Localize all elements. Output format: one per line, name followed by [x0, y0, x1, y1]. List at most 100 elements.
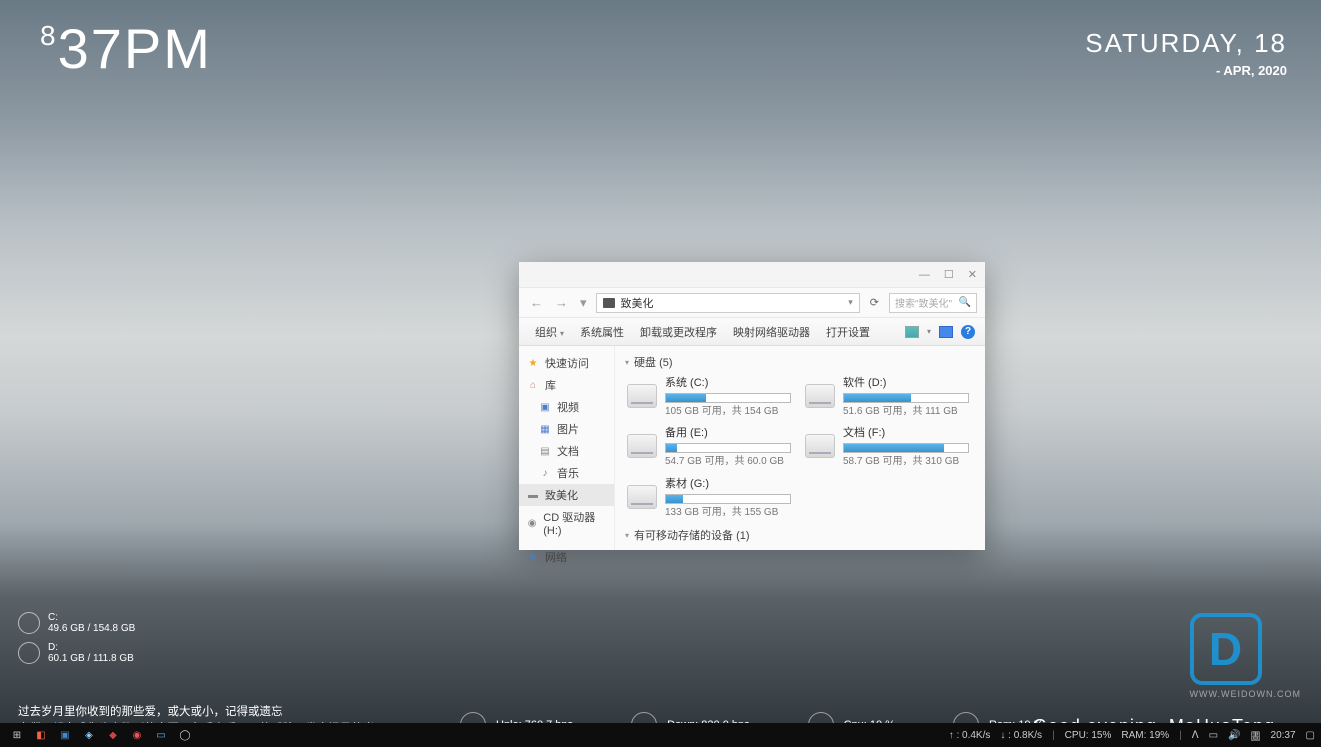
capacity-bar: [665, 393, 791, 403]
drive-item[interactable]: 系统 (C:)105 GB 可用，共 154 GB: [625, 374, 793, 420]
tray-volume-icon[interactable]: 🔊: [1228, 730, 1240, 741]
address-text: 致美化: [621, 295, 654, 311]
picture-icon: ▦: [539, 423, 551, 435]
section-header-removable[interactable]: ▾有可移动存储的设备 (1): [625, 527, 975, 543]
drive-name: 文档 (F:): [843, 426, 969, 441]
taskbar-app[interactable]: ◧: [30, 724, 52, 746]
disk-label: C:: [48, 612, 135, 623]
hdd-icon: [805, 434, 835, 458]
tray-battery-icon[interactable]: ▭: [1209, 730, 1218, 741]
disk-row: D: 60.1 GB / 111.8 GB: [18, 642, 135, 664]
uninstall-programs-button[interactable]: 卸载或更改程序: [634, 324, 723, 340]
app-icon: ◆: [109, 730, 117, 741]
hdd-icon: [805, 384, 835, 408]
help-button[interactable]: ?: [961, 325, 975, 339]
collapse-icon: ▾: [625, 531, 629, 540]
cd-drive-item[interactable]: CD 驱动器 (H:) Wireless 0 字节 可用，共 6.91 MB C…: [625, 547, 975, 550]
search-icon: 🔍: [959, 297, 971, 308]
date-month: - APR, 2020: [1085, 63, 1287, 78]
clock-minute: 37PM: [58, 17, 212, 80]
drive-item[interactable]: 备用 (E:)54.7 GB 可用，共 60.0 GB: [625, 424, 793, 470]
sidebar-item-videos[interactable]: ▣视频: [519, 396, 614, 418]
watermark: D WWW.WEIDOWN.COM: [1190, 613, 1301, 699]
computer-icon: ▬: [527, 489, 539, 501]
disk-meter-widget: C: 49.6 GB / 154.8 GB D: 60.1 GB / 111.8…: [18, 612, 135, 672]
preview-pane-button[interactable]: [939, 326, 953, 338]
tray-expand-icon[interactable]: ᐱ: [1192, 730, 1199, 741]
disk-gauge-icon: [18, 612, 40, 634]
maximize-button[interactable]: ☐: [944, 268, 954, 281]
minimize-button[interactable]: —: [919, 269, 930, 281]
start-button[interactable]: ⊞: [6, 724, 28, 746]
video-icon: ▣: [539, 401, 551, 413]
system-properties-button[interactable]: 系统属性: [574, 324, 630, 340]
drive-item[interactable]: 文档 (F:) 58.7 GB 可用，共 310 GB: [803, 424, 971, 470]
explorer-icon: ▭: [156, 730, 165, 741]
taskbar-app[interactable]: ▣: [54, 724, 76, 746]
sidebar-item-libraries[interactable]: ⌂库: [519, 374, 614, 396]
taskbar-app[interactable]: ▭: [150, 724, 172, 746]
clock-hour: 8: [40, 20, 58, 52]
taskbar[interactable]: ⊞ ◧ ▣ ◈ ◆ ◉ ▭ ◯ ↑ : 0.4K/s ↓ : 0.8K/s | …: [0, 723, 1321, 747]
up-button[interactable]: ▾: [577, 295, 590, 311]
close-button[interactable]: ✕: [968, 268, 977, 281]
network-icon: ⊕: [527, 551, 539, 563]
cd-icon: ◉: [527, 517, 537, 529]
music-icon: ♪: [539, 467, 551, 479]
tray-notifications-icon[interactable]: ▢: [1306, 730, 1315, 741]
dropdown-icon[interactable]: ▾: [848, 297, 853, 308]
explorer-window[interactable]: — ☐ ✕ ← → ▾ 致美化 ▾ ⟳ 搜索"致美化" 🔍 组织 系统属性 卸载…: [519, 262, 985, 550]
sidebar-item-network[interactable]: ⊕网络: [519, 546, 614, 568]
sidebar-item-this-pc[interactable]: ▬致美化: [519, 484, 614, 506]
clock-widget: 837PM: [40, 16, 212, 81]
content-pane: ▾硬盘 (5) 系统 (C:)105 GB 可用，共 154 GB软件 (D:)…: [615, 346, 985, 550]
hdd-icon: [627, 384, 657, 408]
watermark-logo-icon: D: [1190, 613, 1262, 685]
tray-clock[interactable]: 20:37: [1271, 730, 1296, 741]
refresh-button[interactable]: ⟳: [866, 296, 883, 309]
chrome-icon: ◯: [179, 730, 190, 741]
capacity-bar: [843, 393, 969, 403]
capacity-bar: [843, 443, 969, 453]
taskbar-app[interactable]: ◉: [126, 724, 148, 746]
back-button[interactable]: ←: [527, 295, 546, 310]
view-options-button[interactable]: [905, 326, 919, 338]
search-input[interactable]: 搜索"致美化" 🔍: [889, 293, 977, 313]
drive-item[interactable]: 素材 (G:)133 GB 可用，共 155 GB: [625, 475, 793, 521]
address-bar[interactable]: 致美化 ▾: [596, 293, 860, 313]
sidebar-item-quick-access[interactable]: ★快速访问: [519, 352, 614, 374]
search-placeholder: 搜索"致美化": [895, 295, 952, 310]
drive-item[interactable]: 软件 (D:)51.6 GB 可用，共 111 GB: [803, 374, 971, 420]
drive-capacity: 54.7 GB 可用，共 60.0 GB: [665, 455, 791, 469]
taskbar-app[interactable]: ◯: [174, 724, 196, 746]
sidebar-item-cd-drive[interactable]: ◉CD 驱动器 (H:): [519, 506, 614, 540]
toolbar: 组织 系统属性 卸载或更改程序 映射网络驱动器 打开设置 ▾ ?: [519, 318, 985, 346]
forward-button[interactable]: →: [552, 295, 571, 310]
drive-name: 软件 (D:): [843, 376, 969, 391]
drive-capacity: 105 GB 可用，共 154 GB: [665, 405, 791, 419]
drive-capacity: 58.7 GB 可用，共 310 GB: [843, 455, 969, 469]
sidebar: ★快速访问 ⌂库 ▣视频 ▦图片 ▤文档 ♪音乐 ▬致美化 ◉CD 驱动器 (H…: [519, 346, 615, 550]
tray-cpu: CPU: 15%: [1065, 730, 1112, 741]
capacity-bar: [665, 494, 791, 504]
collapse-icon: ▾: [625, 358, 629, 367]
titlebar[interactable]: — ☐ ✕: [519, 262, 985, 288]
app-icon: ◉: [133, 730, 142, 741]
sidebar-item-pictures[interactable]: ▦图片: [519, 418, 614, 440]
dropdown-icon[interactable]: ▾: [927, 327, 931, 336]
disk-row: C: 49.6 GB / 154.8 GB: [18, 612, 135, 634]
sidebar-item-music[interactable]: ♪音乐: [519, 462, 614, 484]
drive-capacity: 133 GB 可用，共 155 GB: [665, 506, 791, 520]
capacity-bar: [665, 443, 791, 453]
library-icon: ⌂: [527, 379, 539, 391]
office-icon: ◧: [36, 730, 45, 741]
map-network-drive-button[interactable]: 映射网络驱动器: [727, 324, 816, 340]
tray-ime-icon[interactable]: 圕: [1251, 728, 1261, 743]
open-settings-button[interactable]: 打开设置: [820, 324, 876, 340]
sidebar-item-documents[interactable]: ▤文档: [519, 440, 614, 462]
organize-menu[interactable]: 组织: [529, 324, 570, 340]
hdd-icon: [627, 485, 657, 509]
section-header-disks[interactable]: ▾硬盘 (5): [625, 354, 975, 370]
taskbar-app[interactable]: ◆: [102, 724, 124, 746]
taskbar-app[interactable]: ◈: [78, 724, 100, 746]
